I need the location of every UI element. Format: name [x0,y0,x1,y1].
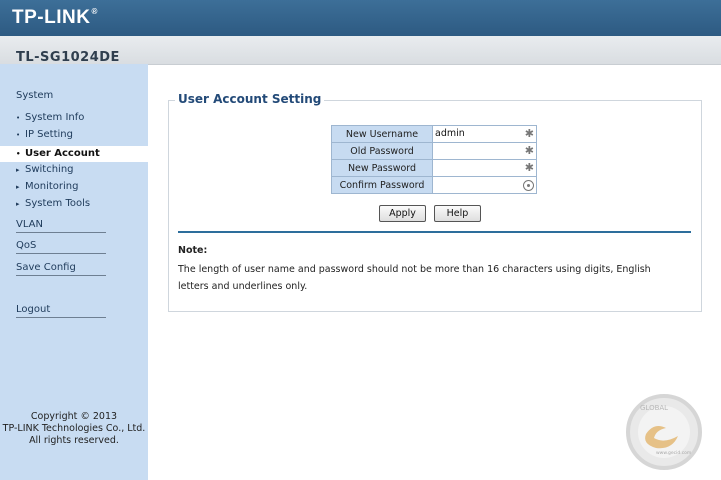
sidebar-item-qos[interactable]: QoS [16,240,106,254]
sidebar-item-switching[interactable]: ▸ Switching [16,164,74,175]
brand-text: TP-LINK [12,7,91,28]
divider [178,231,691,233]
sidebar-item-label: User Account [25,148,100,159]
bullet-icon: • [16,114,21,122]
sidebar-item-label: Switching [25,164,74,175]
sidebar-item-logout[interactable]: Logout [16,304,106,318]
asterisk-icon: ✱ [524,127,534,140]
sidebar: System • System Info • IP Setting • User Ac… [0,64,148,480]
old-password-input[interactable]: ✱ [432,142,537,160]
sidebar-item-label: Monitoring [25,181,79,192]
sidebar-item-save-config[interactable]: Save Config [16,262,106,276]
new-username-input[interactable]: admin ✱ [432,125,537,143]
bullet-icon: • [16,150,21,158]
asterisk-icon: ✱ [524,161,534,174]
arrow-right-icon: ▸ [16,166,20,174]
brand-logo: TP-LINK® [12,7,98,29]
new-username-value: admin [435,128,465,139]
top-banner: TP-LINK® [0,0,721,37]
sidebar-item-label: System Tools [25,198,91,209]
asterisk-icon: ✱ [524,144,534,157]
new-password-label: New Password [331,159,433,177]
eye-icon [523,180,534,191]
sidebar-item-system-tools[interactable]: ▸ System Tools [16,198,90,209]
copyright-line-2: TP-LINK Technologies Co., Ltd. [2,423,146,434]
sidebar-system-label[interactable]: System [16,90,53,101]
apply-button[interactable]: Apply [379,205,426,222]
copyright-line-1: Copyright © 2013 [30,411,118,422]
confirm-password-input[interactable] [432,176,537,194]
sidebar-item-label: IP Setting [25,129,73,140]
sidebar-item-label: System Info [25,112,85,123]
sidebar-item-system-info[interactable]: • System Info [16,112,84,123]
watermark-text: GLOBAL [640,404,668,412]
new-username-label: New Username [331,125,433,143]
watermark-site: www.gecid.com [656,450,691,456]
help-button[interactable]: Help [434,205,481,222]
sidebar-item-vlan[interactable]: VLAN [16,219,106,233]
page-title: User Account Setting [175,92,325,106]
copyright-line-3: All rights reserved. [29,435,119,446]
account-form: New Username admin ✱ Old Password ✱ New … [331,125,537,194]
gecid-watermark-icon: GLOBAL www.gecid.com [626,394,702,470]
sidebar-item-monitoring[interactable]: ▸ Monitoring [16,181,78,192]
note-title: Note: [178,245,208,256]
bullet-icon: • [16,131,21,139]
arrow-right-icon: ▸ [16,183,20,191]
new-password-input[interactable]: ✱ [432,159,537,177]
note-text: The length of user name and password sho… [178,264,651,292]
old-password-label: Old Password [331,142,433,160]
trademark: ® [91,7,98,16]
confirm-password-label: Confirm Password [331,176,433,194]
arrow-right-icon: ▸ [16,200,20,208]
model-name: TL-SG1024DE [16,50,120,65]
sidebar-item-ip-setting[interactable]: • IP Setting [16,129,73,140]
sidebar-item-user-account[interactable]: • User Account [0,146,148,162]
